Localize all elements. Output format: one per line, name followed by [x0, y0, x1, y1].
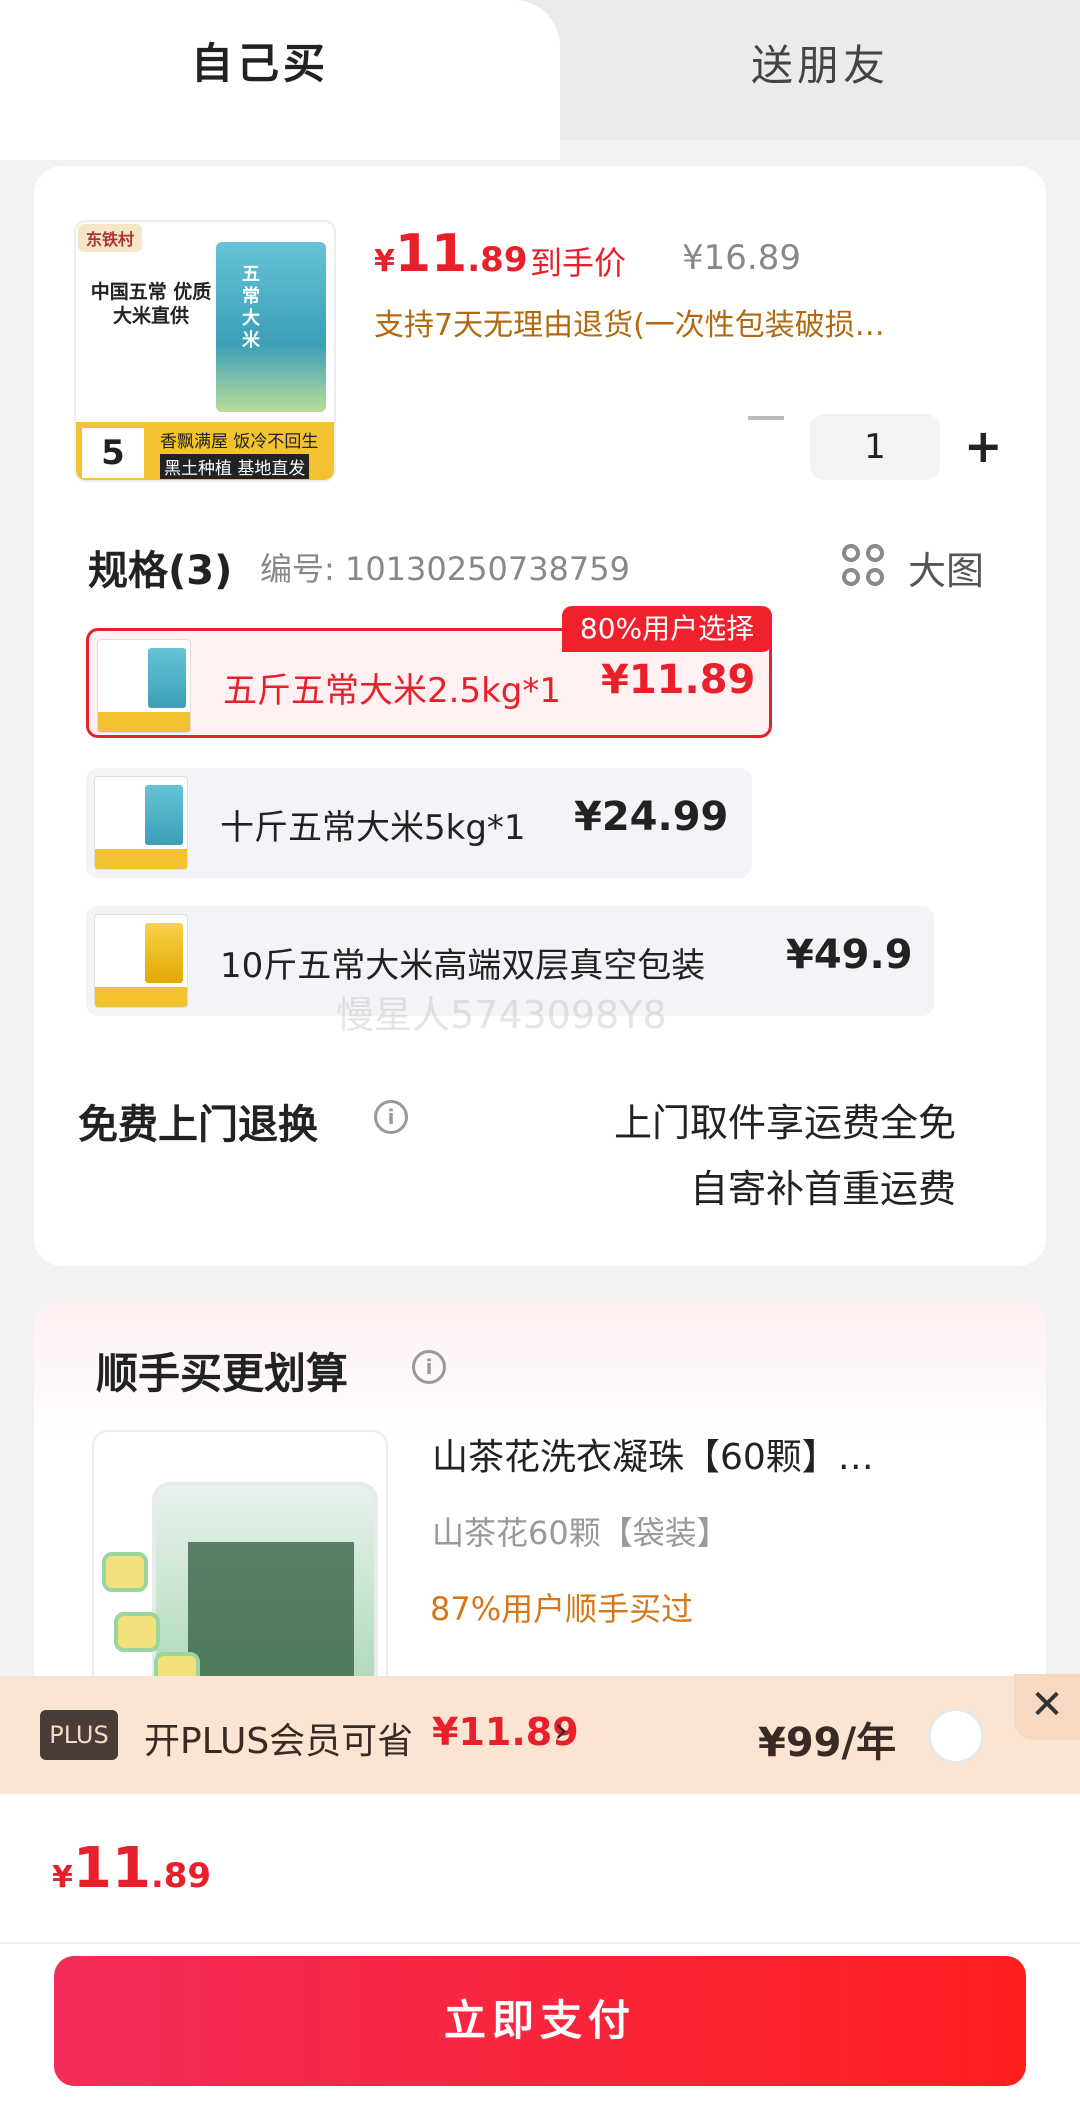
- original-price: ¥16.89: [682, 238, 801, 278]
- divider: [0, 1942, 1080, 1944]
- close-icon[interactable]: ✕: [1014, 1674, 1080, 1740]
- spec-code: 编号: 10130250738759: [260, 550, 630, 588]
- checkout-bar: ¥11.89 立即支付: [0, 1794, 1080, 2112]
- brand-logo: 东铁村: [78, 224, 143, 252]
- total-price: ¥11.89: [52, 1836, 211, 1901]
- final-price: ¥11.89: [374, 224, 527, 284]
- return-service-line-2: 自寄补首重运费: [689, 1167, 956, 1211]
- option-price: ¥49.9: [786, 932, 913, 978]
- bundle-card: 顺手买更划算 i 山茶花洗衣凝珠【60颗】… 山茶花60颗【袋装】 87%用户顺…: [34, 1298, 1046, 1698]
- option-thumbnail: [94, 776, 188, 870]
- option-thumbnail: [97, 639, 191, 733]
- pay-now-button[interactable]: 立即支付: [54, 1956, 1026, 2086]
- grid-icon[interactable]: [842, 544, 886, 588]
- info-icon[interactable]: i: [412, 1350, 446, 1384]
- option-price: ¥11.89: [601, 657, 756, 703]
- price-symbol: ¥: [374, 244, 395, 279]
- return-policy-note[interactable]: 支持7天无理由退货(一次性包装破损…: [374, 300, 1024, 344]
- plus-badge: PLUS: [40, 1710, 118, 1760]
- popular-badge: 80%用户选择: [562, 606, 772, 652]
- bundle-item-name[interactable]: 山茶花洗衣凝珠【60颗】…: [432, 1428, 1012, 1480]
- spec-title: 规格(3): [88, 548, 233, 594]
- tab-self-buy-label: 自己买: [190, 39, 329, 88]
- product-image[interactable]: 东铁村 中国五常 优质大米直供 五常大米 5 香飘满屋 饭冷不回生 黑土种植 基…: [74, 220, 336, 482]
- product-card: 东铁村 中国五常 优质大米直供 五常大米 5 香飘满屋 饭冷不回生 黑土种植 基…: [34, 166, 1046, 1266]
- tab-self-buy[interactable]: 自己买: [0, 0, 560, 160]
- option-name: 十斤五常大米5kg*1: [220, 808, 526, 848]
- image-weight: 5: [82, 428, 144, 478]
- quantity-input[interactable]: 1: [810, 414, 940, 480]
- plus-price: ¥99/年: [758, 1720, 897, 1766]
- option-thumbnail: [94, 914, 188, 1008]
- option-name: 五斤五常大米2.5kg*1: [223, 671, 561, 711]
- plus-text: 开PLUS会员可省: [144, 1721, 414, 1762]
- bundle-title: 顺手买更划算: [96, 1349, 349, 1398]
- image-slogan: 香飘满屋 饭冷不回生: [160, 432, 319, 452]
- total-decimal: .89: [150, 1856, 212, 1896]
- info-icon[interactable]: i: [374, 1100, 408, 1134]
- return-service-title: 免费上门退换: [78, 1102, 318, 1148]
- tab-gift[interactable]: 送朋友: [560, 0, 1080, 140]
- total-symbol: ¥: [52, 1860, 73, 1895]
- return-service-line-1: 上门取件享运费全免: [613, 1101, 956, 1145]
- chevron-right-icon[interactable]: ›: [554, 1710, 568, 1751]
- rice-bag-text: 五常大米: [242, 264, 260, 351]
- bundle-item-image[interactable]: [92, 1430, 388, 1698]
- option-name: 10斤五常大米高端双层真空包装: [220, 946, 706, 986]
- image-title: 中国五常 优质大米直供: [90, 281, 212, 327]
- bundle-item-stat: 87%用户顺手买过: [430, 1590, 694, 1628]
- price-integer: 11: [394, 224, 468, 284]
- spec-option[interactable]: 十斤五常大米5kg*1 ¥24.99: [86, 768, 752, 878]
- quantity-plus-button[interactable]: +: [964, 423, 1003, 469]
- tab-gift-label: 送朋友: [750, 41, 889, 90]
- total-integer: 11: [72, 1836, 151, 1901]
- tab-bar: 送朋友 自己买: [0, 0, 1080, 160]
- plus-select-radio[interactable]: [928, 1708, 984, 1764]
- price-decimal: .89: [467, 240, 528, 280]
- rice-bag-graphic: 五常大米: [216, 242, 326, 412]
- plus-membership-bar[interactable]: PLUS 开PLUS会员可省 ¥11.89 › ¥99/年 ✕: [0, 1674, 1080, 1794]
- big-image-button[interactable]: 大图: [908, 540, 984, 595]
- image-slogan-2: 黑土种植 基地直发: [160, 454, 310, 479]
- price-tag: 到手价: [530, 244, 627, 282]
- quantity-minus-button[interactable]: [748, 416, 784, 420]
- bundle-item-sku[interactable]: 山茶花60颗【袋装】: [432, 1508, 729, 1554]
- option-price: ¥24.99: [574, 794, 729, 840]
- watermark: 慢星人574309​8Y8: [336, 993, 667, 1037]
